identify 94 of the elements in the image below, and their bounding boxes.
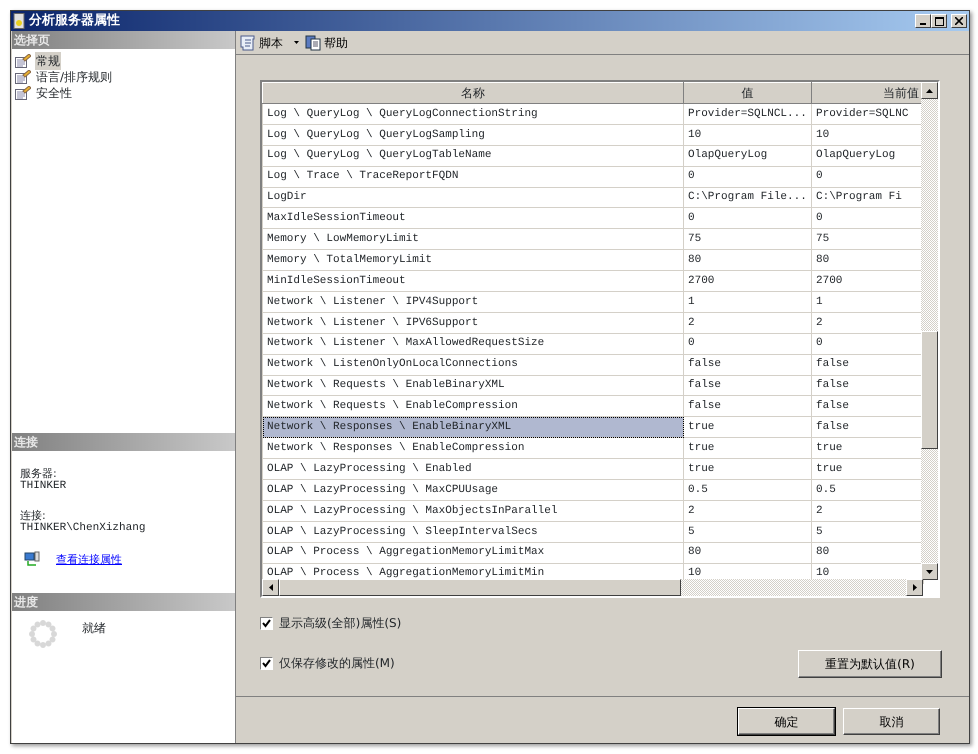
window-title: 分析服务器属性: [29, 12, 120, 30]
table-cell: true: [684, 438, 812, 459]
table-cell: Log \ QueryLog \ QueryLogConnectionString: [262, 104, 684, 124]
table-cell: 1: [684, 292, 812, 312]
table-cell: OlapQueryLog: [684, 145, 812, 166]
scrollbar-thumb[interactable]: [921, 331, 938, 449]
column-header[interactable]: 当前值: [812, 82, 924, 104]
computer-icon: [24, 551, 40, 567]
table-cell: 0: [684, 208, 812, 229]
up-arrow-icon: [926, 88, 933, 92]
table-cell: Network \ Responses \ EnableCompression: [262, 438, 684, 459]
document-icon: [305, 34, 321, 50]
connection-name: THINKER\ChenXizhang: [20, 522, 146, 535]
table-cell: 2700: [684, 270, 812, 292]
table-cell: true: [684, 416, 812, 438]
table-cell: OLAP \ LazyProcessing \ MaxObjectsInParallel: [262, 500, 684, 522]
table-cell: Network \ Responses \ EnableBinaryXML: [262, 416, 684, 438]
table-cell: 2: [684, 500, 812, 522]
close-icon: [955, 17, 963, 25]
scrollbar-thumb[interactable]: [279, 579, 681, 596]
help-button[interactable]: 帮助: [305, 34, 348, 52]
server-icon: [13, 13, 25, 29]
table-cell: 0: [684, 333, 812, 354]
scroll-right-button[interactable]: [906, 579, 923, 596]
scroll-left-button[interactable]: [262, 579, 279, 596]
table-cell: 80: [684, 250, 812, 271]
checkbox[interactable]: [260, 656, 273, 670]
checkbox[interactable]: [260, 616, 273, 630]
table-cell: false: [684, 375, 812, 396]
spinner-icon: [28, 619, 58, 649]
table-cell: 0: [684, 166, 812, 188]
table-cell: Provider=SQLNCL...: [684, 104, 812, 124]
maximize-icon: [934, 16, 944, 26]
checkbox-option[interactable]: 仅保存修改的属性(M): [260, 654, 402, 672]
status-text: 就绪: [82, 620, 106, 637]
table-cell: 80: [684, 542, 812, 564]
table-cell: true: [684, 458, 812, 480]
scroll-down-button[interactable]: [921, 563, 938, 580]
scroll-up-button[interactable]: [921, 82, 938, 99]
table-cell: OLAP \ LazyProcessing \ SleepIntervalSecs: [262, 521, 684, 542]
close-button[interactable]: [951, 14, 967, 28]
maximize-button[interactable]: [931, 14, 947, 28]
sidebar-item[interactable]: 常规: [35, 52, 61, 70]
connection-properties-link[interactable]: 查看连接属性: [56, 552, 122, 566]
table-cell: MaxIdleSessionTimeout: [262, 208, 684, 229]
table-cell: false: [684, 396, 812, 417]
left-arrow-icon: [268, 584, 272, 591]
reset-defaults-button[interactable]: 重置为默认值(R): [798, 650, 942, 678]
table-cell: 10: [684, 124, 812, 146]
section-header: 连接: [12, 433, 235, 451]
field-label: 连接:: [20, 509, 47, 522]
table-cell: Network \ Listener \ IPV4Support: [262, 292, 684, 312]
page-icon: [15, 70, 31, 84]
horizontal-scrollbar[interactable]: [262, 579, 923, 596]
down-arrow-icon: [926, 570, 933, 574]
ok-button[interactable]: 确定: [738, 708, 835, 735]
section-header: 进度: [12, 593, 235, 611]
table-cell: Memory \ TotalMemoryLimit: [262, 250, 684, 271]
cancel-button[interactable]: 取消: [843, 708, 940, 735]
table-cell: C:\Program File...: [684, 187, 812, 208]
table-cell: LogDir: [262, 187, 684, 208]
table-cell: Log \ Trace \ TraceReportFQDN: [262, 166, 684, 188]
table-cell: OLAP \ Process \ AggregationMemoryLimitMax: [262, 542, 684, 564]
sidebar-item[interactable]: 安全性: [35, 84, 73, 102]
page-icon: [15, 86, 31, 100]
table-cell: 2: [684, 312, 812, 334]
table-cell: Log \ QueryLog \ QueryLogTableName: [262, 145, 684, 166]
vertical-scrollbar[interactable]: [921, 82, 938, 580]
column-header[interactable]: 名称: [262, 82, 684, 104]
server-name: THINKER: [20, 480, 68, 493]
table-cell: Network \ Listener \ IPV6Support: [262, 312, 684, 334]
table-cell: MinIdleSessionTimeout: [262, 270, 684, 292]
table-cell: 5: [684, 521, 812, 542]
table-cell: Memory \ LowMemoryLimit: [262, 228, 684, 250]
caret-icon: [294, 41, 299, 44]
table-cell: Network \ Requests \ EnableBinaryXML: [262, 375, 684, 396]
checkbox-option[interactable]: 显示高级(全部)属性(S): [260, 614, 402, 632]
column-header[interactable]: 值: [684, 82, 812, 104]
table-cell: Log \ QueryLog \ QueryLogSampling: [262, 124, 684, 146]
scroll-icon: [240, 34, 256, 50]
table-cell: OLAP \ LazyProcessing \ Enabled: [262, 458, 684, 480]
table-cell: Network \ Listener \ MaxAllowedRequestSize: [262, 333, 684, 354]
sidebar-item[interactable]: 语言/排序规则: [35, 68, 114, 86]
table-cell: Network \ ListenOnlyOnLocalConnections: [262, 354, 684, 376]
field-label: 服务器:: [20, 467, 58, 480]
section-header: 选择页: [12, 31, 235, 49]
table-cell: OLAP \ LazyProcessing \ MaxCPUUsage: [262, 480, 684, 500]
right-arrow-icon: [912, 584, 916, 591]
table-cell: 0.5: [684, 480, 812, 500]
table-cell: false: [684, 354, 812, 376]
script-button[interactable]: 脚本: [240, 34, 299, 52]
table-cell: 75: [684, 228, 812, 250]
minimize-button[interactable]: [915, 14, 931, 28]
page-icon: [15, 54, 31, 68]
